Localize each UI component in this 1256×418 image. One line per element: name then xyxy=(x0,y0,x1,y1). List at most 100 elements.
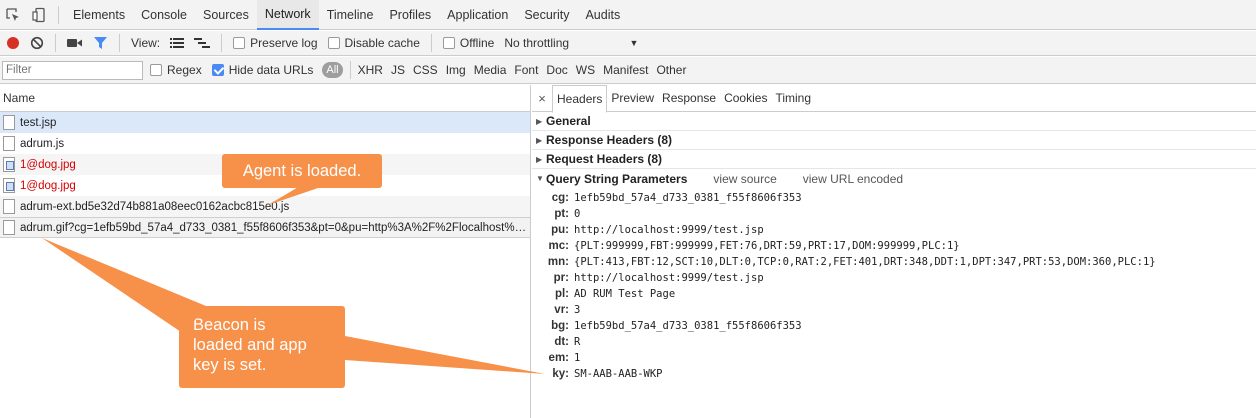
type-filter-img[interactable]: Img xyxy=(442,57,470,84)
type-filter-css[interactable]: CSS xyxy=(409,57,442,84)
section-title: Response Headers (8) xyxy=(546,133,673,147)
tab-network[interactable]: Network xyxy=(256,0,319,30)
disable-cache-label: Disable cache xyxy=(344,36,420,50)
inspect-element-icon[interactable] xyxy=(0,0,26,30)
checkbox-box xyxy=(327,37,340,49)
type-filter-media[interactable]: Media xyxy=(470,57,511,84)
query-param-row: pl: AD RUM Test Page xyxy=(532,286,1256,302)
triangle-down-icon: ▼ xyxy=(536,174,544,183)
image-file-icon xyxy=(3,220,15,235)
disable-cache-checkbox[interactable]: Disable cache xyxy=(323,31,425,56)
tab-timeline[interactable]: Timeline xyxy=(319,0,382,30)
hide-data-urls-label: Hide data URLs xyxy=(228,63,314,77)
view-source-link[interactable]: view source xyxy=(713,172,776,186)
type-filter-doc[interactable]: Doc xyxy=(542,57,571,84)
param-key: mc: xyxy=(548,240,569,252)
view-url-encoded-link[interactable]: view URL encoded xyxy=(803,172,903,186)
triangle-right-icon: ▶ xyxy=(536,116,543,126)
query-param-row: mc: {PLT:999999,FBT:999999,FET:76,DRT:59,… xyxy=(532,238,1256,254)
filter-input[interactable] xyxy=(2,60,143,80)
request-name: adrum.gif?cg=1efb59bd_57a4_d733_0381_f55… xyxy=(20,221,530,234)
document-file-icon xyxy=(3,115,15,130)
type-filter-other[interactable]: Other xyxy=(652,57,690,84)
tab-cookies[interactable]: Cookies xyxy=(720,85,771,112)
request-name: adrum.js xyxy=(20,137,65,150)
large-rows-button[interactable] xyxy=(165,31,189,56)
tab-audits[interactable]: Audits xyxy=(577,0,628,30)
param-value: {PLT:413,FBT:12,SCT:10,DLT:0,TCP:0,RAT:2… xyxy=(574,256,1156,268)
tab-timing[interactable]: Timing xyxy=(771,85,815,112)
type-filter-label: All xyxy=(322,62,343,78)
record-button[interactable] xyxy=(0,31,25,56)
param-value: 1 xyxy=(574,352,581,364)
query-params-list: cg: 1efb59bd_57a4_d733_0381_f55f8606f353 p… xyxy=(532,188,1256,382)
checkbox-box xyxy=(442,37,455,49)
preserve-log-checkbox[interactable]: Preserve log xyxy=(228,31,322,56)
request-headers-section-toggle[interactable]: ▶ Request Headers (8) xyxy=(532,150,1256,169)
offline-checkbox[interactable]: Offline xyxy=(438,31,499,56)
list-view-icon xyxy=(170,38,185,48)
response-headers-section-toggle[interactable]: ▶ Response Headers (8) xyxy=(532,131,1256,150)
regex-checkbox[interactable]: Regex xyxy=(145,58,207,83)
preserve-log-label: Preserve log xyxy=(250,36,318,50)
type-filter-xhr[interactable]: XHR xyxy=(354,57,387,84)
type-filter-ws[interactable]: WS xyxy=(572,57,599,84)
callout-text: Agent is loaded. xyxy=(242,162,362,180)
tab-application[interactable]: Application xyxy=(439,0,516,30)
devtools-tabbar: Elements Console Sources Network Timelin… xyxy=(0,0,1256,30)
query-param-row: mn: {PLT:413,FBT:12,SCT:10,DLT:0,TCP:0,RA… xyxy=(532,254,1256,270)
query-string-section-toggle[interactable]: ▼ Query String Parameters view source vi… xyxy=(532,169,1256,188)
tab-security[interactable]: Security xyxy=(516,0,577,30)
param-value: http://localhost:9999/test.jsp xyxy=(574,224,764,236)
tab-profiles[interactable]: Profiles xyxy=(381,0,439,30)
query-param-row: bg: 1efb59bd_57a4_d733_0381_f55f8606f353 xyxy=(532,318,1256,334)
request-row[interactable]: adrum-ext.bd5e32d74b881a08eec0162acbc815… xyxy=(0,196,530,217)
param-value: R xyxy=(574,336,581,348)
agent-loaded-callout: Agent is loaded. xyxy=(222,154,382,188)
type-filter-font[interactable]: Font xyxy=(510,57,542,84)
script-file-icon xyxy=(3,136,15,151)
image-file-icon xyxy=(3,178,15,193)
name-column-header[interactable]: Name xyxy=(0,85,530,112)
chevron-down-icon: ▼ xyxy=(629,38,639,48)
tab-headers[interactable]: Headers xyxy=(552,84,608,113)
query-param-row: pt: 0 xyxy=(532,206,1256,222)
request-name: adrum-ext.bd5e32d74b881a08eec0162acbc815… xyxy=(20,200,290,213)
tab-preview[interactable]: Preview xyxy=(607,85,658,112)
type-filter-manifest[interactable]: Manifest xyxy=(599,57,652,84)
param-key: cg: xyxy=(551,192,569,204)
tab-console[interactable]: Console xyxy=(133,0,195,30)
request-row[interactable]: adrum.gif?cg=1efb59bd_57a4_d733_0381_f55… xyxy=(0,217,530,238)
regex-label: Regex xyxy=(167,63,202,77)
overview-button[interactable] xyxy=(189,31,215,56)
device-toolbar-icon[interactable] xyxy=(26,0,52,30)
filter-bar: Regex Hide data URLs All XHR JS CSS Img … xyxy=(0,57,1256,84)
hide-data-urls-checkbox[interactable]: Hide data URLs xyxy=(207,58,319,83)
request-name: 1@dog.jpg xyxy=(20,158,76,171)
triangle-right-icon: ▶ xyxy=(536,154,543,164)
clear-button[interactable] xyxy=(25,31,49,56)
beacon-loaded-callout: Beacon is loaded and app key is set. xyxy=(179,306,345,388)
checkbox-box xyxy=(233,37,246,49)
callout-text: key is set. xyxy=(193,356,267,374)
network-toolbar: View: Preserve log Disable cache Offline… xyxy=(0,31,1256,56)
request-row[interactable]: adrum.js xyxy=(0,133,530,154)
capture-screenshots-button[interactable] xyxy=(62,31,88,56)
request-row[interactable]: test.jsp xyxy=(0,112,530,133)
query-param-row: cg: 1efb59bd_57a4_d733_0381_f55f8606f353 xyxy=(532,190,1256,206)
type-filter-all[interactable]: All xyxy=(318,57,346,84)
param-key: bg: xyxy=(551,320,569,332)
param-value: 0 xyxy=(574,208,581,220)
close-icon[interactable]: × xyxy=(532,91,552,106)
param-value: 1efb59bd_57a4_d733_0381_f55f8606f353 xyxy=(574,320,802,332)
tabbar-divider xyxy=(58,5,59,24)
type-filter-js[interactable]: JS xyxy=(387,57,409,84)
tab-response[interactable]: Response xyxy=(658,85,720,112)
throttling-select[interactable]: No throttling ▼ xyxy=(499,31,643,56)
tab-elements[interactable]: Elements xyxy=(65,0,133,30)
general-section-toggle[interactable]: ▶ General xyxy=(532,112,1256,131)
tab-sources[interactable]: Sources xyxy=(195,0,257,30)
filter-toggle-button[interactable] xyxy=(88,31,113,56)
param-value: http://localhost:9999/test.jsp xyxy=(574,272,764,284)
filter-divider xyxy=(349,61,351,79)
